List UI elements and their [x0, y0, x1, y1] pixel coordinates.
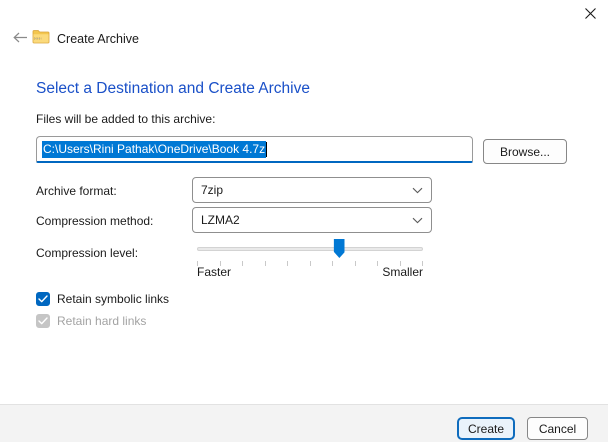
back-button[interactable] — [8, 27, 32, 47]
destination-input-selected-text: C:\Users\Rini Pathak\OneDrive\Book 4.7z — [42, 141, 266, 158]
archive-format-label: Archive format: — [36, 184, 117, 198]
checkbox-label: Retain symbolic links — [57, 292, 169, 306]
zipped-folder-icon — [32, 29, 50, 45]
create-button[interactable]: Create — [457, 417, 515, 440]
destination-label: Files will be added to this archive: — [36, 112, 215, 126]
chevron-down-icon — [412, 187, 423, 194]
slider-track[interactable] — [197, 247, 423, 251]
compression-level-label: Compression level: — [36, 246, 138, 260]
cancel-button[interactable]: Cancel — [527, 417, 588, 440]
page-heading: Select a Destination and Create Archive — [36, 80, 310, 98]
checkmark-icon — [38, 317, 48, 325]
footer-bar: Create Cancel — [0, 404, 608, 442]
wizard-title: Create Archive — [57, 32, 139, 46]
close-icon — [585, 8, 596, 19]
chevron-down-icon — [412, 217, 423, 224]
browse-button-label: Browse... — [500, 145, 550, 159]
compression-method-label: Compression method: — [36, 214, 153, 228]
compression-method-select[interactable]: LZMA2 — [192, 207, 432, 233]
compression-method-value: LZMA2 — [201, 213, 412, 227]
close-button[interactable] — [578, 2, 602, 24]
checkmark-icon — [38, 295, 48, 303]
archive-format-value: 7zip — [201, 183, 412, 197]
destination-input[interactable]: C:\Users\Rini Pathak\OneDrive\Book 4.7z — [36, 136, 473, 163]
create-archive-dialog: Create Archive Select a Destination and … — [0, 0, 608, 442]
browse-button[interactable]: Browse... — [483, 139, 567, 164]
checkbox-retain-hard-links: Retain hard links — [36, 314, 146, 328]
compression-level-slider[interactable] — [197, 238, 423, 268]
slider-min-label: Faster — [197, 265, 231, 279]
checkbox-retain-symbolic-links[interactable]: Retain symbolic links — [36, 292, 169, 306]
create-button-label: Create — [468, 422, 504, 436]
text-caret — [266, 142, 267, 157]
back-arrow-icon — [13, 32, 28, 43]
slider-thumb[interactable] — [334, 239, 345, 258]
checkbox-box — [36, 314, 50, 328]
checkbox-box — [36, 292, 50, 306]
archive-format-select[interactable]: 7zip — [192, 177, 432, 203]
slider-max-label: Smaller — [382, 265, 423, 279]
checkbox-label: Retain hard links — [57, 314, 146, 328]
cancel-button-label: Cancel — [539, 422, 576, 436]
